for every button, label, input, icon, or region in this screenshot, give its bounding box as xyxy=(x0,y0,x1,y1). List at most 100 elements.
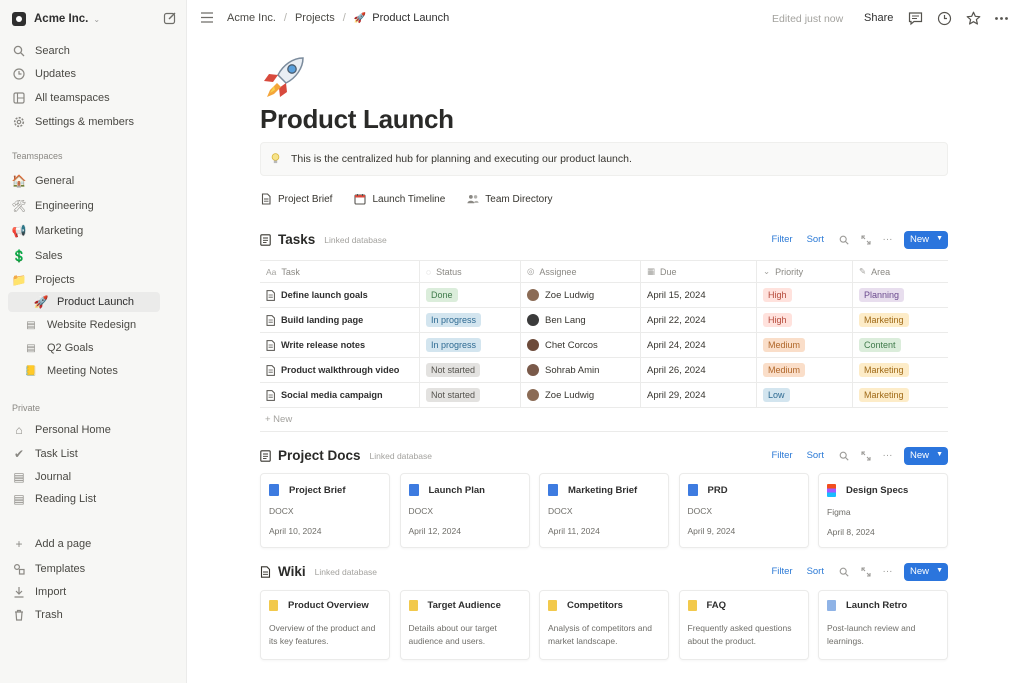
status-badge[interactable]: In progress xyxy=(426,313,482,327)
more-icon[interactable]: ··· xyxy=(882,566,893,577)
table-row[interactable]: Build landing page In progress Ben Lang … xyxy=(260,308,948,333)
sidebar-item-engineering[interactable]: 🛠 Engineering xyxy=(11,196,93,216)
sidebar-item-journal[interactable]: ▤ Journal xyxy=(12,467,71,487)
priority-badge[interactable]: Low xyxy=(763,388,790,402)
area-badge[interactable]: Marketing xyxy=(859,313,909,327)
new-page-icon[interactable] xyxy=(163,11,177,25)
due-date[interactable]: April 15, 2024 xyxy=(647,290,706,301)
history-icon[interactable] xyxy=(937,11,952,26)
doc-card[interactable]: Design Specs Figma April 8, 2024 xyxy=(818,473,948,548)
assignee-name[interactable]: Zoe Ludwig xyxy=(545,390,594,401)
filter-button[interactable]: Filter xyxy=(771,234,792,245)
sidebar-item-marketing[interactable]: 📢 Marketing xyxy=(12,221,84,241)
sidebar-item-product-launch[interactable]: 🚀 Product Launch xyxy=(8,292,160,312)
assignee-name[interactable]: Ben Lang xyxy=(545,315,586,326)
doc-card[interactable]: Launch Plan DOCX April 12, 2024 xyxy=(399,473,530,548)
column-header-assignee[interactable]: ◎ Assignee xyxy=(521,261,641,282)
assignee-name[interactable]: Chet Corcos xyxy=(545,340,598,351)
sidebar-item-sales[interactable]: 💲 Sales xyxy=(12,246,63,266)
sidebar-item-trash[interactable]: Trash xyxy=(12,605,63,625)
link-project-brief[interactable]: Project Brief xyxy=(260,193,332,205)
table-row[interactable]: Social media campaign Not started Zoe Lu… xyxy=(260,383,948,408)
due-date[interactable]: April 29, 2024 xyxy=(647,390,706,401)
wiki-card[interactable]: Product Overview Overview of the product… xyxy=(260,590,390,660)
table-row[interactable]: Product walkthrough video Not started So… xyxy=(260,358,948,383)
sidebar-item-search[interactable]: Search xyxy=(12,41,70,61)
column-header-due[interactable]: ▦ Due xyxy=(641,261,757,282)
link-team-directory[interactable]: Team Directory xyxy=(467,193,553,205)
priority-badge[interactable]: High xyxy=(763,288,792,302)
table-row[interactable]: Write release notes In progress Chet Cor… xyxy=(260,333,948,358)
sidebar-item-import[interactable]: Import xyxy=(12,582,66,602)
filter-button[interactable]: Filter xyxy=(771,566,792,577)
column-header-area[interactable]: ✎ Area xyxy=(853,261,948,282)
area-badge[interactable]: Planning xyxy=(859,288,905,302)
status-badge[interactable]: Done xyxy=(426,288,458,302)
more-icon[interactable]: ··· xyxy=(882,234,893,245)
wiki-card[interactable]: FAQ Frequently asked questions about the… xyxy=(678,590,809,660)
expand-icon[interactable] xyxy=(860,566,871,577)
sidebar-item-updates[interactable]: Updates xyxy=(12,64,76,84)
tasks-title[interactable]: Tasks xyxy=(278,232,315,247)
sort-button[interactable]: Sort xyxy=(807,566,824,577)
breadcrumb-workspace[interactable]: Acme Inc. xyxy=(227,12,276,24)
wiki-title[interactable]: Wiki xyxy=(278,564,306,579)
assignee-name[interactable]: Zoe Ludwig xyxy=(545,290,594,301)
due-date[interactable]: April 24, 2024 xyxy=(647,340,706,351)
status-badge[interactable]: Not started xyxy=(426,388,481,402)
column-header-task[interactable]: Aa Task xyxy=(260,261,420,282)
priority-badge[interactable]: Medium xyxy=(763,363,806,377)
new-doc-button[interactable]: New ▼ xyxy=(904,446,948,465)
doc-card[interactable]: Marketing Brief DOCX April 11, 2024 xyxy=(539,473,669,548)
new-wiki-button[interactable]: New ▼ xyxy=(904,562,948,581)
wiki-card[interactable]: Target Audience Details about our target… xyxy=(399,590,530,660)
wiki-card[interactable]: Competitors Analysis of competitors and … xyxy=(539,590,669,660)
sidebar-item-q2-goals[interactable]: ▤ Q2 Goals xyxy=(24,338,93,358)
share-button[interactable]: Share xyxy=(864,12,893,24)
search-icon[interactable] xyxy=(838,450,849,461)
sort-button[interactable]: Sort xyxy=(807,450,824,461)
area-badge[interactable]: Marketing xyxy=(859,388,909,402)
chevron-down-icon[interactable]: ▼ xyxy=(936,567,943,574)
priority-badge[interactable]: Medium xyxy=(763,338,806,352)
search-icon[interactable] xyxy=(838,234,849,245)
sidebar-item-settings[interactable]: Settings & members xyxy=(12,112,134,132)
doc-card[interactable]: PRD DOCX April 9, 2024 xyxy=(678,473,809,548)
page-title[interactable]: Product Launch xyxy=(260,104,454,135)
workspace-switcher[interactable]: Acme Inc. ⌄ xyxy=(12,11,100,27)
breadcrumb-projects[interactable]: Projects xyxy=(295,12,335,24)
expand-icon[interactable] xyxy=(860,450,871,461)
more-icon[interactable] xyxy=(994,11,1009,26)
filter-button[interactable]: Filter xyxy=(771,450,792,461)
wiki-card[interactable]: Launch Retro Post-launch review and lear… xyxy=(818,590,948,660)
expand-icon[interactable] xyxy=(860,234,871,245)
column-header-status[interactable]: ◌ Status xyxy=(420,261,521,282)
area-badge[interactable]: Marketing xyxy=(859,363,909,377)
sidebar-item-task-list[interactable]: ✔ Task List xyxy=(12,444,78,464)
docs-title[interactable]: Project Docs xyxy=(278,448,361,463)
table-row[interactable]: Define launch goals Done Zoe Ludwig Apri… xyxy=(260,283,948,308)
task-name[interactable]: Product walkthrough video xyxy=(281,365,399,375)
due-date[interactable]: April 22, 2024 xyxy=(647,315,706,326)
assignee-name[interactable]: Sohrab Amin xyxy=(545,365,599,376)
area-badge[interactable]: Content xyxy=(859,338,901,352)
sidebar-item-website-redesign[interactable]: ▤ Website Redesign xyxy=(24,315,136,335)
chevron-down-icon[interactable]: ▼ xyxy=(936,235,943,242)
sidebar-item-reading-list[interactable]: ▤ Reading List xyxy=(12,489,96,509)
task-name[interactable]: Social media campaign xyxy=(281,390,383,400)
add-row-button[interactable]: + New xyxy=(260,408,948,432)
chevron-down-icon[interactable]: ▼ xyxy=(936,451,943,458)
column-header-priority[interactable]: ⌄ Priority xyxy=(757,261,853,282)
sidebar-item-meeting-notes[interactable]: 📒 Meeting Notes xyxy=(24,361,118,381)
rocket-icon[interactable] xyxy=(259,55,309,101)
priority-badge[interactable]: High xyxy=(763,313,792,327)
search-icon[interactable] xyxy=(838,566,849,577)
sidebar-item-projects[interactable]: 📁 Projects xyxy=(12,270,75,290)
sidebar-item-personal-home[interactable]: ⌂ Personal Home xyxy=(12,420,110,440)
sidebar-item-general[interactable]: 🏠 General xyxy=(12,171,75,191)
link-launch-timeline[interactable]: Launch Timeline xyxy=(354,193,445,205)
menu-icon[interactable] xyxy=(201,12,213,23)
sidebar-item-all-teamspaces[interactable]: All teamspaces xyxy=(12,88,110,108)
doc-card[interactable]: Project Brief DOCX April 10, 2024 xyxy=(260,473,390,548)
status-badge[interactable]: Not started xyxy=(426,363,481,377)
